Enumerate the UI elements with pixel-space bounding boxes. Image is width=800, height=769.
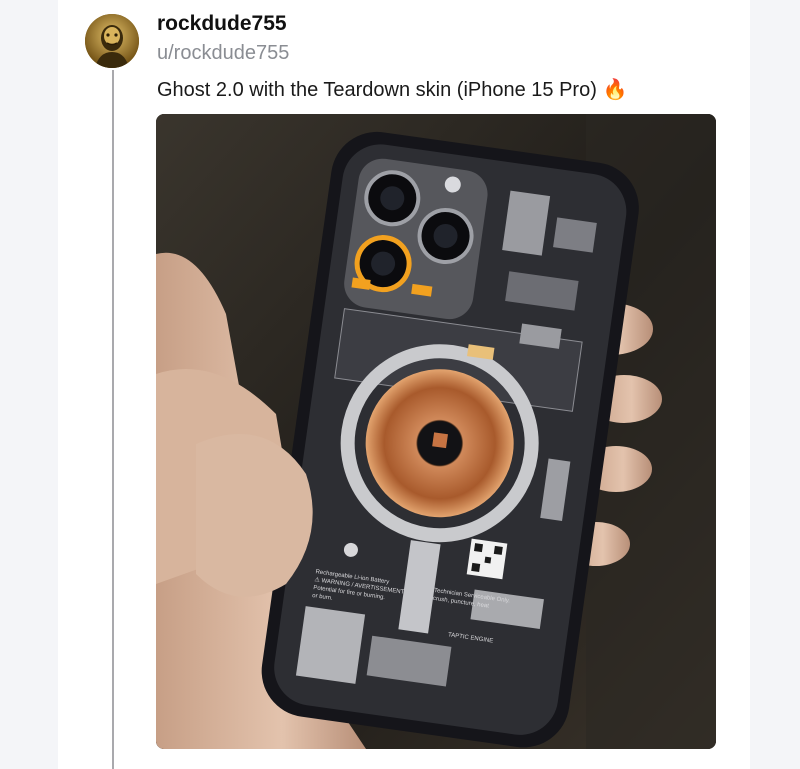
post-text: Ghost 2.0 with the Teardown skin (iPhone…: [157, 79, 597, 101]
post-handle[interactable]: u/rockdude755: [157, 42, 289, 65]
post-username[interactable]: rockdude755: [157, 12, 287, 36]
post-body-text: Ghost 2.0 with the Teardown skin (iPhone…: [157, 77, 627, 102]
thread-line: [112, 70, 114, 769]
post-image[interactable]: Rechargeable Li-ion Battery ⚠ WARNING / …: [156, 114, 716, 749]
user-avatar-icon[interactable]: [85, 14, 139, 68]
fire-emoji-icon: 🔥: [602, 79, 628, 101]
